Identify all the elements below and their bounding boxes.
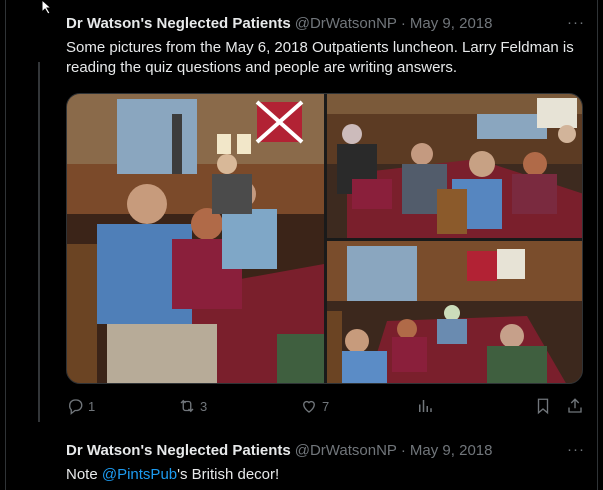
mouse-cursor-icon (41, 0, 53, 14)
bookmark-button[interactable] (534, 397, 552, 415)
author-handle[interactable]: @DrWatsonNP (295, 14, 397, 34)
more-options-button[interactable]: ··· (567, 441, 585, 458)
reply-count: 1 (88, 398, 96, 414)
share-button[interactable] (566, 397, 584, 415)
tweet-header: Dr Watson's Neglected Patients @DrWatson… (66, 441, 587, 461)
tweet-header: Dr Watson's Neglected Patients @DrWatson… (66, 14, 587, 34)
like-count: 7 (322, 398, 330, 414)
author-name[interactable]: Dr Watson's Neglected Patients (66, 441, 291, 461)
reply-icon (69, 399, 83, 415)
tweet-text-suffix: 's British decor! (177, 466, 280, 483)
window-left-edge (0, 0, 6, 490)
thread-connector-line (38, 62, 40, 422)
tweet-text: Note @PintsPub's British decor! (66, 465, 587, 485)
heart-icon (303, 400, 315, 413)
photo-luncheon-room-overview[interactable] (327, 241, 582, 383)
retweet-icon (180, 399, 194, 413)
retweet-count: 3 (200, 398, 208, 414)
share-icon (568, 398, 582, 413)
reply-button[interactable]: 1 (66, 397, 95, 415)
tweet-text-prefix: Note (66, 466, 102, 483)
media-grid (66, 93, 583, 384)
author-handle[interactable]: @DrWatsonNP (295, 441, 397, 461)
more-options-button[interactable]: ··· (567, 14, 585, 31)
tweet[interactable]: Dr Watson's Neglected Patients @DrWatson… (66, 441, 587, 485)
mention-link[interactable]: @PintsPub (102, 466, 177, 483)
separator-dot: · (400, 442, 406, 459)
tweet-action-bar: 1 3 7 (66, 397, 583, 417)
like-button[interactable]: 7 (300, 397, 329, 415)
author-name[interactable]: Dr Watson's Neglected Patients (66, 14, 291, 34)
tweet-text: Some pictures from the May 6, 2018 Outpa… (66, 39, 574, 76)
tweet-date[interactable]: May 9, 2018 (410, 14, 493, 34)
tweet[interactable]: Dr Watson's Neglected Patients @DrWatson… (66, 14, 587, 78)
window-right-edge (597, 0, 603, 490)
separator-dot: · (400, 15, 406, 32)
tweet-date[interactable]: May 9, 2018 (410, 441, 493, 461)
photo-luncheon-table-right[interactable] (327, 94, 582, 238)
retweet-button[interactable]: 3 (178, 397, 207, 415)
views-button[interactable] (416, 397, 434, 415)
photo-luncheon-table-left[interactable] (67, 94, 324, 383)
views-icon (419, 400, 432, 412)
bookmark-icon (537, 398, 549, 415)
